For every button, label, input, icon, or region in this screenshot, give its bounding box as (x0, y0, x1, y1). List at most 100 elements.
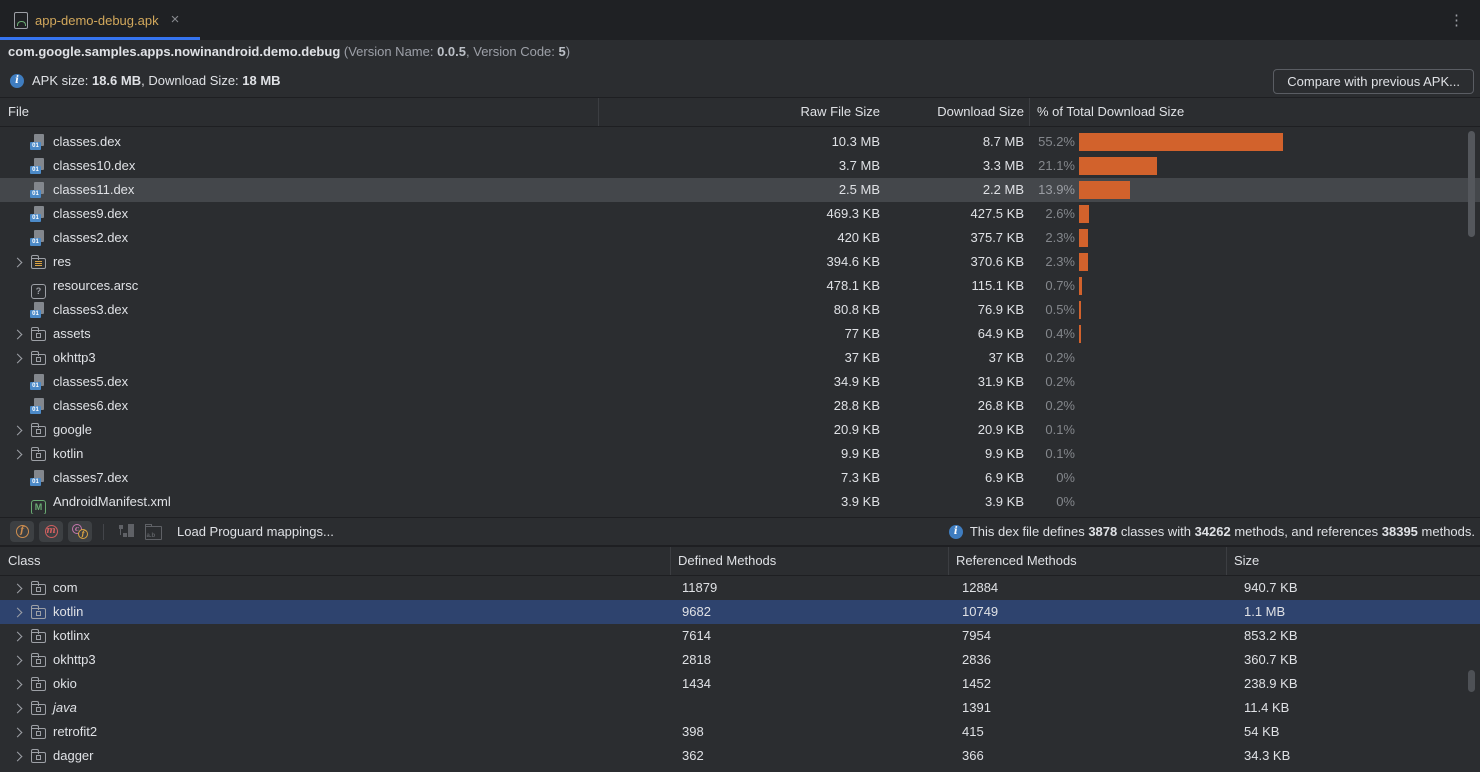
row-label: AndroidManifest.xml (53, 490, 171, 514)
more-options-icon[interactable]: ⋮ (1449, 11, 1464, 29)
chevron-right-icon[interactable] (12, 631, 22, 641)
column-header-defined-methods[interactable]: Defined Methods (678, 547, 776, 575)
chevron-right-icon[interactable] (12, 449, 22, 459)
compare-previous-apk-button[interactable]: Compare with previous APK... (1273, 69, 1474, 94)
file-row-google[interactable]: google20.9 KB20.9 KB0.1% (0, 418, 1480, 442)
download-size: 76.9 KB (880, 298, 1024, 322)
chevron-right-icon[interactable] (12, 257, 22, 267)
proguard-mappings-folder-icon[interactable]: a.b (142, 522, 164, 542)
file-row-AndroidManifest.xml[interactable]: MAndroidManifest.xml3.9 KB3.9 KB0% (0, 490, 1480, 514)
tab-label: app-demo-debug.apk (35, 13, 159, 28)
chevron-right-icon[interactable] (12, 353, 22, 363)
column-header-referenced-methods[interactable]: Referenced Methods (956, 547, 1077, 575)
expand-tree-icon[interactable]: ↑ (115, 522, 137, 542)
column-header-raw-file-size[interactable]: Raw File Size (598, 98, 880, 126)
chevron-right-icon[interactable] (12, 607, 22, 617)
class-table-body: com1187912884940.7 KBkotlin9682107491.1 … (0, 576, 1480, 772)
file-row-classes.dex[interactable]: 01classes.dex10.3 MB8.7 MB55.2% (0, 130, 1480, 154)
raw-file-size: 3.7 MB (598, 154, 880, 178)
load-proguard-mappings-label[interactable]: Load Proguard mappings... (177, 524, 334, 539)
file-row-classes5.dex[interactable]: 01classes5.dex34.9 KB31.9 KB0.2% (0, 370, 1480, 394)
chevron-right-icon[interactable] (12, 425, 22, 435)
chevron-right-icon[interactable] (12, 751, 22, 761)
file-row-assets[interactable]: assets77 KB64.9 KB0.4% (0, 322, 1480, 346)
file-table-body: 01classes.dex10.3 MB8.7 MB55.2%01classes… (0, 130, 1480, 514)
tab-apk-file[interactable]: app-demo-debug.apk × (0, 0, 191, 40)
chevron-right-icon[interactable] (12, 703, 22, 713)
package-size: 360.7 KB (1244, 648, 1298, 672)
file-row-okhttp3[interactable]: okhttp337 KB37 KB0.2% (0, 346, 1480, 370)
package-size: 940.7 KB (1244, 576, 1298, 600)
folder-icon (30, 350, 47, 366)
chevron-right-icon[interactable] (12, 655, 22, 665)
raw-file-size: 77 KB (598, 322, 880, 346)
column-header-class[interactable]: Class (8, 547, 41, 575)
chevron-right-icon[interactable] (12, 727, 22, 737)
raw-file-size: 10.3 MB (598, 130, 880, 154)
class-table-scrollbar[interactable] (1468, 670, 1475, 692)
column-header-pct-of-total[interactable]: % of Total Download Size (1037, 98, 1184, 126)
class-row-dagger[interactable]: dagger36236634.3 KB (0, 744, 1480, 768)
info-icon: i (949, 525, 963, 539)
column-header-size[interactable]: Size (1234, 547, 1259, 575)
pct-of-total: 2.3% (1024, 226, 1075, 250)
folder-icon (30, 700, 47, 716)
close-tab-icon[interactable]: × (171, 13, 180, 27)
package-size: 34.3 KB (1244, 744, 1290, 768)
class-row-kotlinx[interactable]: kotlinx76147954853.2 KB (0, 624, 1480, 648)
file-row-classes2.dex[interactable]: 01classes2.dex420 KB375.7 KB2.3% (0, 226, 1480, 250)
package-size: 11.4 KB (1244, 696, 1289, 720)
row-label: okio (53, 672, 77, 696)
show-fields-icon[interactable]: f (10, 521, 34, 542)
show-referenced-nodes-icon[interactable]: cf (68, 521, 92, 542)
file-table-scrollbar[interactable] (1468, 131, 1475, 237)
raw-file-size: 2.5 MB (598, 178, 880, 202)
class-row-java[interactable]: java139111.4 KB (0, 696, 1480, 720)
row-label: kotlin (53, 600, 83, 624)
class-row-retrofit2[interactable]: retrofit239841554 KB (0, 720, 1480, 744)
package-header: com.google.samples.apps.nowinandroid.dem… (0, 40, 1480, 64)
folder-icon (30, 676, 47, 692)
referenced-methods: 2836 (962, 648, 991, 672)
defined-methods: 1434 (682, 672, 711, 696)
pct-of-total: 0.5% (1024, 298, 1075, 322)
download-size: 427.5 KB (880, 202, 1024, 226)
download-size: 370.6 KB (880, 250, 1024, 274)
file-row-classes10.dex[interactable]: 01classes10.dex3.7 MB3.3 MB21.1% (0, 154, 1480, 178)
class-row-okio[interactable]: okio14341452238.9 KB (0, 672, 1480, 696)
class-row-okhttp3[interactable]: okhttp328182836360.7 KB (0, 648, 1480, 672)
file-row-classes11.dex[interactable]: 01classes11.dex2.5 MB2.2 MB13.9% (0, 178, 1480, 202)
package-size: 1.1 MB (1244, 600, 1285, 624)
file-row-resources.arsc[interactable]: ?resources.arsc478.1 KB115.1 KB0.7% (0, 274, 1480, 298)
file-row-classes6.dex[interactable]: 01classes6.dex28.8 KB26.8 KB0.2% (0, 394, 1480, 418)
row-label: dagger (53, 744, 93, 768)
dex-file-icon: 01 (30, 398, 47, 414)
file-row-classes3.dex[interactable]: 01classes3.dex80.8 KB76.9 KB0.5% (0, 298, 1480, 322)
referenced-methods: 415 (962, 720, 984, 744)
column-header-download-size[interactable]: Download Size (880, 98, 1024, 126)
editor-tab-bar: app-demo-debug.apk × ⋮ (0, 0, 1480, 40)
dex-file-icon: 01 (30, 158, 47, 174)
raw-file-size: 9.9 KB (598, 442, 880, 466)
file-row-res[interactable]: res394.6 KB370.6 KB2.3% (0, 250, 1480, 274)
class-table-header: Class Defined Methods Referenced Methods… (0, 546, 1480, 576)
row-label: retrofit2 (53, 720, 97, 744)
file-row-classes7.dex[interactable]: 01classes7.dex7.3 KB6.9 KB0% (0, 466, 1480, 490)
show-methods-icon[interactable]: m (39, 521, 63, 542)
row-label: classes11.dex (53, 178, 134, 202)
row-label: resources.arsc (53, 274, 138, 298)
chevron-right-icon[interactable] (12, 583, 22, 593)
chevron-right-icon[interactable] (12, 679, 22, 689)
column-header-file[interactable]: File (8, 98, 29, 126)
pct-of-total: 21.1% (1024, 154, 1075, 178)
pct-of-total: 0.2% (1024, 394, 1075, 418)
file-row-kotlin[interactable]: kotlin9.9 KB9.9 KB0.1% (0, 442, 1480, 466)
download-pct-bar (1079, 277, 1082, 295)
download-pct-bar (1079, 253, 1088, 271)
chevron-right-icon[interactable] (12, 329, 22, 339)
row-label: okhttp3 (53, 648, 96, 672)
download-pct-bar (1079, 301, 1081, 319)
class-row-com[interactable]: com1187912884940.7 KB (0, 576, 1480, 600)
class-row-kotlin[interactable]: kotlin9682107491.1 MB (0, 600, 1480, 624)
file-row-classes9.dex[interactable]: 01classes9.dex469.3 KB427.5 KB2.6% (0, 202, 1480, 226)
